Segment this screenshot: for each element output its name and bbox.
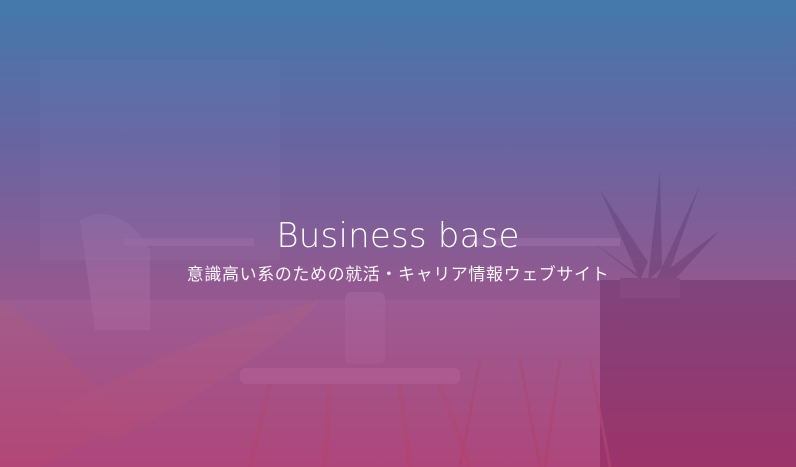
site-tagline: 意識高い系のための就活・キャリア情報ウェブサイト [186, 265, 610, 285]
hero-section: Business base 意識高い系のための就活・キャリア情報ウェブサイト [0, 0, 796, 467]
site-title: Business base [276, 216, 520, 256]
hero-text-block: Business base 意識高い系のための就活・キャリア情報ウェブサイト [0, 214, 796, 288]
